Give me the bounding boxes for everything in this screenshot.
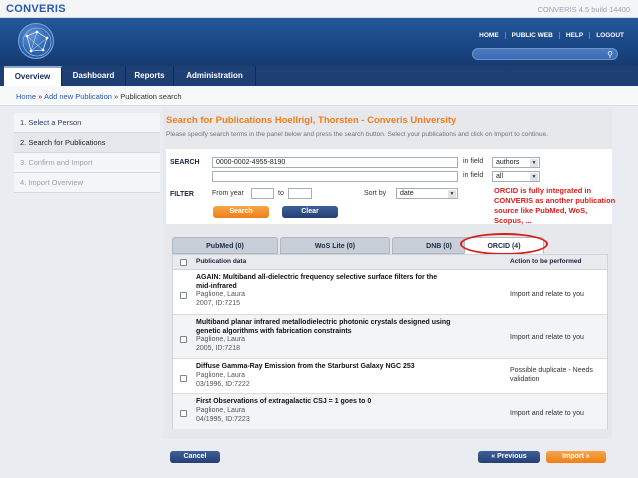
- step-select-person[interactable]: 1. Select a Person: [14, 113, 160, 133]
- table-row[interactable]: Multiband planar infrared metallodielect…: [173, 315, 607, 359]
- tab-wos-lite[interactable]: WoS Lite (0): [280, 237, 390, 254]
- nav-home[interactable]: HOME: [473, 32, 505, 39]
- step-confirm-import: 3. Confirm and Import: [14, 153, 160, 173]
- page-title: Search for Publications Hoellrigl, Thors…: [166, 115, 457, 126]
- converis-logo-icon[interactable]: [18, 23, 54, 59]
- step-import-overview: 4. Import Overview: [14, 173, 160, 193]
- row-action: Import and relate to you: [510, 291, 584, 298]
- sort-select[interactable]: date ▼: [396, 188, 458, 199]
- orcid-highlight-ellipse: [460, 233, 548, 255]
- pub-title: Diffuse Gamma-Ray Emission from the Star…: [196, 363, 415, 370]
- from-year-input[interactable]: [251, 188, 274, 199]
- wizard-steps: 1. Select a Person 2. Search for Publica…: [14, 113, 160, 193]
- breadcrumb-separator: »: [38, 92, 43, 101]
- breadcrumb-home[interactable]: Home: [16, 92, 36, 101]
- table-row[interactable]: AGAIN: Multiband all-dielectric frequenc…: [173, 270, 607, 315]
- top-bar: CONVERIS CONVERIS 4.5 build 14400: [0, 0, 638, 18]
- breadcrumb-separator: »: [114, 92, 119, 101]
- build-info: CONVERIS 4.5 build 14400: [537, 5, 630, 14]
- field-select-2[interactable]: all ▼: [492, 171, 540, 182]
- filter-label: FILTER: [170, 191, 194, 198]
- page-subtitle: Please specify search terms in the panel…: [166, 131, 548, 138]
- nav-logout[interactable]: LOGOUT: [589, 32, 630, 39]
- from-year-label: From year: [212, 190, 244, 197]
- field-select-1[interactable]: authors ▼: [492, 157, 540, 168]
- search-icon[interactable]: ⚲: [607, 50, 613, 59]
- breadcrumb-add-publication[interactable]: Add new Publication: [44, 92, 112, 101]
- breadcrumb-current: Publication search: [120, 92, 182, 101]
- to-year-input[interactable]: [288, 188, 312, 199]
- row-action: Possible duplicate - Needs validation: [510, 367, 593, 383]
- header: HOME PUBLIC WEB HELP LOGOUT ⚲: [0, 18, 638, 66]
- pub-meta: Paglione, Laura 2005, ID:7218: [196, 336, 246, 352]
- row-checkbox[interactable]: [180, 336, 187, 343]
- row-action: Import and relate to you: [510, 410, 584, 417]
- previous-button[interactable]: « Previous: [478, 451, 540, 463]
- tab-overview[interactable]: Overview: [4, 66, 62, 87]
- global-search-input[interactable]: ⚲: [472, 48, 618, 60]
- top-nav: HOME PUBLIC WEB HELP LOGOUT: [473, 32, 630, 39]
- nav-help[interactable]: HELP: [558, 32, 589, 39]
- chevron-down-icon: ▼: [530, 173, 538, 181]
- chevron-down-icon: ▼: [448, 190, 456, 198]
- field-select-1-value: authors: [496, 159, 520, 166]
- pub-title: AGAIN: Multiband all-dielectric frequenc…: [196, 274, 438, 290]
- select-all-checkbox[interactable]: [180, 259, 187, 266]
- row-checkbox[interactable]: [180, 375, 187, 382]
- tab-administration[interactable]: Administration: [174, 66, 256, 86]
- pub-title: Multiband planar infrared metallodielect…: [196, 319, 451, 335]
- pub-meta: Paglione, Laura 03/1996, ID:7222: [196, 372, 250, 388]
- search-label: SEARCH: [170, 159, 200, 166]
- main-tabs: Overview Dashboard Reports Administratio…: [0, 66, 638, 87]
- nav-public-web[interactable]: PUBLIC WEB: [504, 32, 559, 39]
- pub-meta: Paglione, Laura 2007, ID:7215: [196, 291, 246, 307]
- breadcrumb: Home » Add new Publication » Publication…: [0, 86, 638, 106]
- search-button[interactable]: Search: [213, 206, 269, 218]
- table-row[interactable]: Diffuse Gamma-Ray Emission from the Star…: [173, 359, 607, 394]
- row-checkbox[interactable]: [180, 410, 187, 417]
- sort-select-value: date: [400, 190, 414, 197]
- tab-dashboard[interactable]: Dashboard: [62, 66, 126, 86]
- table-row[interactable]: First Observations of extragalactic CSJ …: [173, 394, 607, 429]
- in-field-label: in field: [463, 158, 484, 165]
- pub-title: First Observations of extragalactic CSJ …: [196, 398, 372, 405]
- row-action: Import and relate to you: [510, 334, 584, 341]
- results-table: Publication data Action to be performed …: [172, 254, 608, 429]
- chevron-down-icon: ▼: [530, 159, 538, 167]
- table-header: Publication data Action to be performed: [173, 255, 607, 270]
- row-checkbox[interactable]: [180, 292, 187, 299]
- sort-by-label: Sort by: [364, 190, 387, 197]
- field-select-2-value: all: [496, 173, 504, 180]
- brand-name: CONVERIS: [6, 3, 66, 15]
- orcid-annotation: ORCID is fully integrated in CONVERIS as…: [494, 186, 616, 225]
- clear-button[interactable]: Clear: [282, 206, 338, 218]
- step-search-publications[interactable]: 2. Search for Publications: [14, 133, 160, 153]
- search-input-1[interactable]: 0000-0002-4955-8190: [212, 157, 458, 168]
- in-field-label: in field: [463, 172, 484, 179]
- tab-reports[interactable]: Reports: [126, 66, 174, 86]
- header-publication-data: Publication data: [196, 258, 247, 265]
- cancel-button[interactable]: Cancel: [170, 451, 220, 463]
- to-label: to: [278, 190, 284, 197]
- header-action: Action to be performed: [510, 258, 582, 265]
- search-input-2[interactable]: [212, 171, 458, 182]
- pub-meta: Paglione, Laura 04/1995, ID:7223: [196, 407, 250, 423]
- tab-pubmed[interactable]: PubMed (0): [172, 237, 278, 254]
- import-button[interactable]: Import »: [546, 451, 606, 463]
